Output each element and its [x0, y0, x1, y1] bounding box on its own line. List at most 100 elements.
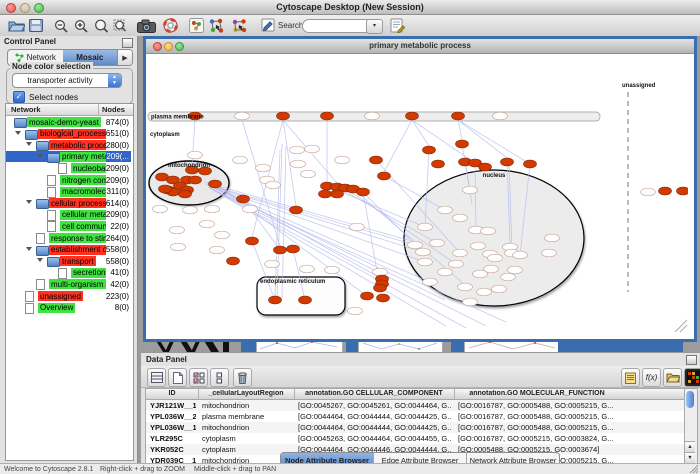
expand-triangle-icon[interactable] [37, 258, 43, 262]
graph-node[interactable] [432, 160, 445, 168]
network-window-titlebar[interactable]: primary metabolic process [146, 39, 694, 54]
import-attributes-icon[interactable] [663, 368, 682, 387]
graph-node[interactable] [179, 190, 192, 198]
tree-row[interactable]: Overview8(0) [6, 302, 131, 314]
snapshot-icon[interactable] [137, 17, 156, 34]
tree-row[interactable]: metabolic process280(0) [6, 139, 131, 151]
table-row[interactable]: YPL036W__1mitochondrion[GO:0044464, GO:0… [146, 422, 684, 433]
table-row[interactable]: YJR121W__1mitochondrion[GO:0045267, GO:0… [146, 400, 684, 411]
select-attributes-icon[interactable] [189, 368, 208, 387]
annotation-icon[interactable] [261, 17, 276, 34]
table-cell[interactable]: YLR295C [150, 434, 196, 443]
notes-icon[interactable] [621, 368, 640, 387]
graph-node[interactable] [377, 294, 390, 302]
graph-node[interactable] [319, 190, 332, 198]
tree-row[interactable]: nitrogen compo209(0) [6, 174, 131, 186]
graph-node[interactable] [290, 206, 303, 214]
node-color-dropdown[interactable]: transporter activity ▲▼ [12, 73, 122, 88]
table-cell[interactable]: plasma membrane [202, 412, 292, 421]
graph-node[interactable] [452, 112, 465, 120]
column-header[interactable]: ID [146, 390, 198, 397]
table-cell[interactable]: mitochondrion [202, 423, 292, 432]
table-cell[interactable]: [GO:0016787, GO:0005215, GO:0003824, G..… [458, 434, 618, 443]
network-canvas[interactable]: plasma membranecytoplasmmitochondrionnuc… [146, 54, 688, 333]
column-divider[interactable] [198, 389, 199, 399]
graph-node[interactable] [406, 112, 419, 120]
graph-node[interactable] [378, 172, 391, 180]
graph-node[interactable] [227, 257, 240, 265]
table-cell[interactable]: cytoplasm [202, 434, 292, 443]
graph-node[interactable] [677, 187, 689, 195]
matrix-icon[interactable] [684, 368, 700, 387]
zoom-selected-icon[interactable] [113, 17, 127, 34]
table-cell[interactable]: [GO:0016787, GO:0005488, GO:0005215, G..… [458, 412, 618, 421]
tree-row[interactable]: cellular metabol209(0) [6, 209, 131, 221]
graph-node[interactable] [374, 284, 387, 292]
more-tabs-icon[interactable]: ▶ [117, 50, 132, 65]
table-cell[interactable]: [GO:0016787, GO:0005488, GO:0005215, G..… [458, 401, 618, 410]
vizmapper-icon[interactable] [231, 17, 248, 34]
table-vertical-scrollbar[interactable]: ▲ ▼ [684, 388, 698, 465]
graph-node[interactable] [274, 246, 287, 254]
search-input[interactable] [302, 19, 374, 33]
zoom-in-icon[interactable] [74, 17, 88, 34]
tree-row[interactable]: nucleobase-209(0) [6, 162, 131, 174]
tree-row[interactable]: cellular process614(0) [6, 197, 131, 209]
graph-node[interactable] [287, 245, 300, 253]
table-cell[interactable]: YPL036W__2 [150, 412, 196, 421]
expand-triangle-icon[interactable] [26, 200, 32, 204]
graph-node[interactable] [524, 160, 537, 168]
table-cell[interactable]: [GO:0044464, GO:0044444, GO:0044425, G..… [298, 423, 452, 432]
scrollbar-thumb[interactable] [686, 391, 694, 408]
graph-node[interactable] [189, 176, 202, 184]
tree-row[interactable]: response to stimulu264(0) [6, 232, 131, 244]
search-dropdown-icon[interactable]: ▾ [366, 19, 383, 34]
table-cell[interactable]: cytoplasm [202, 445, 292, 454]
function-builder-icon[interactable]: f(x) [642, 368, 661, 387]
graph-node[interactable] [370, 156, 383, 164]
save-icon[interactable] [29, 17, 43, 34]
graph-node[interactable] [269, 296, 282, 304]
graph-node[interactable] [659, 187, 672, 195]
open-icon[interactable] [8, 17, 25, 34]
expand-triangle-icon[interactable] [37, 154, 43, 158]
graph-node[interactable] [159, 185, 172, 193]
table-cell[interactable]: [GO:0045263, GO:0044464, GO:0044455, G..… [298, 434, 452, 443]
graph-node[interactable] [237, 195, 250, 203]
table-row[interactable]: YPL036W__2 plasma membrane [GO:0044464, GO… [146, 411, 684, 422]
tree-row[interactable]: macromolecule311(0) [6, 186, 131, 198]
table-cell[interactable]: mitochondrion [202, 401, 292, 410]
tree-row[interactable]: primary metabo209(... [6, 151, 131, 163]
float-panel-icon[interactable] [122, 38, 133, 48]
graph-node[interactable] [479, 163, 492, 171]
graph-node[interactable] [321, 112, 334, 120]
layout-icon[interactable] [208, 17, 225, 34]
graph-node[interactable] [331, 190, 344, 198]
zoom-out-icon[interactable] [54, 17, 68, 34]
tree-row[interactable]: secretion41(0) [6, 267, 131, 279]
resize-grip-icon[interactable] [690, 465, 699, 474]
tree-row[interactable]: biological_process651(0) [6, 128, 131, 140]
network-graph[interactable]: plasma membranecytoplasmmitochondrionnuc… [146, 54, 688, 333]
tree-row[interactable]: unassigned223(0) [6, 290, 131, 302]
graph-node[interactable] [277, 112, 290, 120]
table-row[interactable]: YLR295C cytoplasm [GO:0045263, GO:0044464,… [146, 433, 684, 444]
attribute-table-header[interactable]: ID_cellularLayoutRegionannotation.GO CEL… [146, 389, 684, 400]
new-attribute-icon[interactable] [168, 368, 187, 387]
column-divider[interactable] [454, 389, 455, 399]
expand-triangle-icon[interactable] [15, 131, 21, 135]
plugin-manager-icon[interactable] [189, 17, 204, 34]
select-nodes-checkbox[interactable]: ✓ Select nodes [13, 91, 78, 103]
expand-triangle-icon[interactable] [26, 142, 32, 146]
graph-node[interactable] [299, 296, 312, 304]
table-cell[interactable]: YJR121W__1 [150, 401, 196, 410]
table-cell[interactable]: [GO:0044464, GO:0044444, GO:0044425, G..… [298, 412, 452, 421]
help-icon[interactable] [163, 17, 178, 34]
float-data-panel-icon[interactable] [686, 355, 697, 365]
unselect-attributes-icon[interactable] [210, 368, 229, 387]
graph-node[interactable] [246, 237, 259, 245]
network-tree-header[interactable]: Network Nodes [6, 104, 133, 116]
column-divider[interactable] [294, 389, 295, 399]
graph-node[interactable] [357, 188, 370, 196]
graph-node[interactable] [456, 140, 469, 148]
